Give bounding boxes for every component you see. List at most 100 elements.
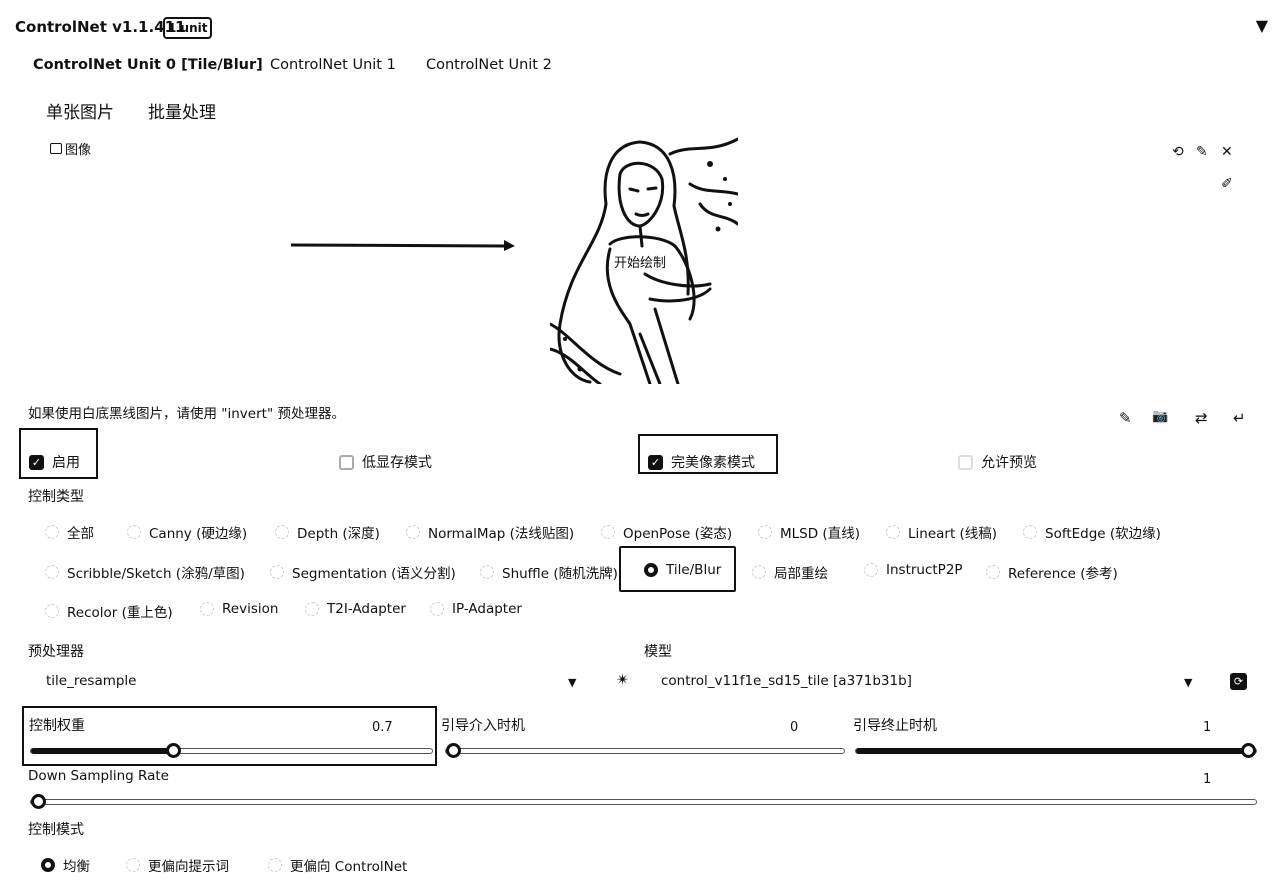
allow-preview-checkbox[interactable]: 允许预览 (958, 452, 1037, 472)
radio-selected-icon (41, 858, 55, 872)
unit-count-badge: 1 unit (163, 17, 213, 39)
tab-unit-2[interactable]: ControlNet Unit 2 (426, 57, 552, 73)
low-vram-checkbox[interactable]: 低显存模式 (339, 452, 432, 472)
radio-icon (45, 565, 59, 579)
radio-icon (126, 858, 140, 872)
model-dropdown[interactable]: control_v11f1e_sd15_tile [a371b31b] (661, 673, 912, 689)
radio-icon (986, 565, 1000, 579)
option-label: Scribble/Sketch (涂鸦/草图) (67, 566, 245, 582)
edit-icon[interactable]: ✎ (1196, 144, 1208, 160)
pixel-perfect-label: 完美像素模式 (671, 455, 755, 471)
enable-checkbox[interactable]: ✓ 启用 (29, 452, 80, 472)
run-preprocessor-icon[interactable]: ✴ (616, 670, 629, 689)
end-label: 引导终止时机 (853, 718, 937, 734)
control-type-option[interactable]: Recolor (重上色) (45, 601, 173, 621)
edit-image-icon[interactable]: ✎ (1119, 409, 1132, 427)
control-type-option[interactable]: InstructP2P (864, 562, 963, 578)
start-drawing-text: 开始绘制 (614, 252, 667, 271)
start-label: 引导介入时机 (441, 718, 525, 734)
control-type-option[interactable]: Lineart (线稿) (886, 522, 997, 542)
control-type-option[interactable]: Revision (200, 601, 278, 617)
pixel-perfect-checkbox[interactable]: ✓ 完美像素模式 (648, 452, 755, 472)
slider-thumb[interactable] (446, 743, 461, 758)
option-label: Tile/Blur (666, 562, 722, 578)
radio-icon (430, 602, 444, 616)
control-type-option[interactable]: Canny (硬边缘) (127, 522, 247, 542)
model-label: 模型 (644, 644, 672, 660)
option-label: Reference (参考) (1008, 566, 1118, 582)
control-mode-label: 控制模式 (28, 822, 84, 838)
unchecked-icon (339, 454, 354, 470)
option-label: InstructP2P (886, 562, 963, 578)
undo-icon[interactable]: ⟲ (1172, 144, 1184, 160)
down-sampling-slider[interactable] (30, 794, 1257, 809)
control-type-option[interactable]: OpenPose (姿态) (601, 522, 732, 542)
option-label: Revision (222, 601, 279, 617)
control-type-option[interactable]: Scribble/Sketch (涂鸦/草图) (45, 562, 245, 582)
control-type-option[interactable]: Reference (参考) (986, 562, 1118, 582)
radio-icon (268, 858, 282, 872)
control-type-option[interactable]: Shuffle (随机洗牌) (480, 562, 618, 582)
send-dimensions-icon[interactable]: ↵ (1233, 409, 1246, 427)
control-mode-controlnet[interactable]: 更偏向 ControlNet (268, 855, 407, 875)
radio-icon (275, 525, 289, 539)
end-value[interactable]: 1 (1203, 720, 1211, 735)
tab-single-image[interactable]: 单张图片 (46, 98, 114, 123)
tab-unit-0[interactable]: ControlNet Unit 0 [Tile/Blur] (33, 57, 263, 73)
start-slider[interactable] (445, 743, 845, 758)
option-label: 全部 (67, 526, 94, 542)
radio-icon (864, 563, 878, 577)
control-type-option[interactable]: 全部 (45, 522, 94, 542)
image-label: 图像 (50, 139, 91, 158)
arrow-graphic (291, 240, 515, 251)
chevron-down-icon[interactable]: ▼ (1184, 676, 1192, 689)
option-label: SoftEdge (软边缘) (1045, 526, 1161, 542)
slider-thumb[interactable] (166, 743, 182, 758)
preprocessor-dropdown[interactable]: tile_resample (46, 673, 137, 689)
radio-icon (305, 602, 319, 616)
control-mode-balanced[interactable]: 均衡 (41, 855, 90, 875)
control-type-option-selected[interactable]: Tile/Blur (644, 562, 721, 578)
start-value[interactable]: 0 (790, 720, 798, 735)
weight-slider[interactable] (30, 743, 433, 758)
chevron-down-icon[interactable]: ▼ (568, 676, 576, 689)
option-label: Recolor (重上色) (67, 605, 173, 621)
control-type-option[interactable]: Depth (深度) (275, 522, 380, 542)
camera-icon[interactable]: 📷 (1152, 409, 1168, 424)
control-mode-prompt[interactable]: 更偏向提示词 (126, 855, 229, 875)
control-type-option[interactable]: MLSD (直线) (758, 522, 860, 542)
option-label: 更偏向提示词 (148, 859, 229, 875)
down-sampling-label: Down Sampling Rate (28, 768, 169, 784)
invert-hint: 如果使用白底黑线图片，请使用 "invert" 预处理器。 (28, 406, 345, 422)
end-slider[interactable] (855, 743, 1257, 758)
slider-thumb[interactable] (1241, 743, 1256, 758)
collapse-toggle-icon[interactable]: ▼ (1256, 16, 1268, 35)
slider-thumb[interactable] (31, 794, 46, 809)
radio-icon (601, 525, 615, 539)
option-label: T2I-Adapter (327, 601, 406, 617)
option-label: Shuffle (随机洗牌) (502, 566, 618, 582)
radio-icon (200, 602, 214, 616)
tab-batch[interactable]: 批量处理 (148, 98, 216, 123)
radio-icon (1023, 525, 1037, 539)
control-type-option[interactable]: IP-Adapter (430, 601, 522, 617)
brush-icon[interactable]: ✐ (1221, 176, 1233, 192)
down-sampling-value[interactable]: 1 (1203, 772, 1211, 787)
option-label: Segmentation (语义分割) (292, 566, 456, 582)
control-type-label: 控制类型 (28, 489, 84, 505)
swap-icon[interactable]: ⇄ (1195, 409, 1208, 427)
control-type-option[interactable]: 局部重绘 (752, 562, 828, 582)
radio-icon (480, 565, 494, 579)
control-type-option[interactable]: NormalMap (法线贴图) (406, 522, 574, 542)
radio-selected-icon (644, 563, 658, 577)
weight-value[interactable]: 0.7 (372, 720, 393, 735)
control-type-option[interactable]: SoftEdge (软边缘) (1023, 522, 1161, 542)
slider-fill (856, 747, 1256, 754)
control-type-option[interactable]: Segmentation (语义分割) (270, 562, 456, 582)
tab-unit-1[interactable]: ControlNet Unit 1 (270, 57, 396, 73)
refresh-icon[interactable]: ⟳ (1230, 673, 1247, 690)
control-type-option[interactable]: T2I-Adapter (305, 601, 406, 617)
image-icon (50, 143, 62, 154)
clear-icon[interactable]: ✕ (1221, 144, 1233, 160)
low-vram-label: 低显存模式 (362, 455, 432, 471)
